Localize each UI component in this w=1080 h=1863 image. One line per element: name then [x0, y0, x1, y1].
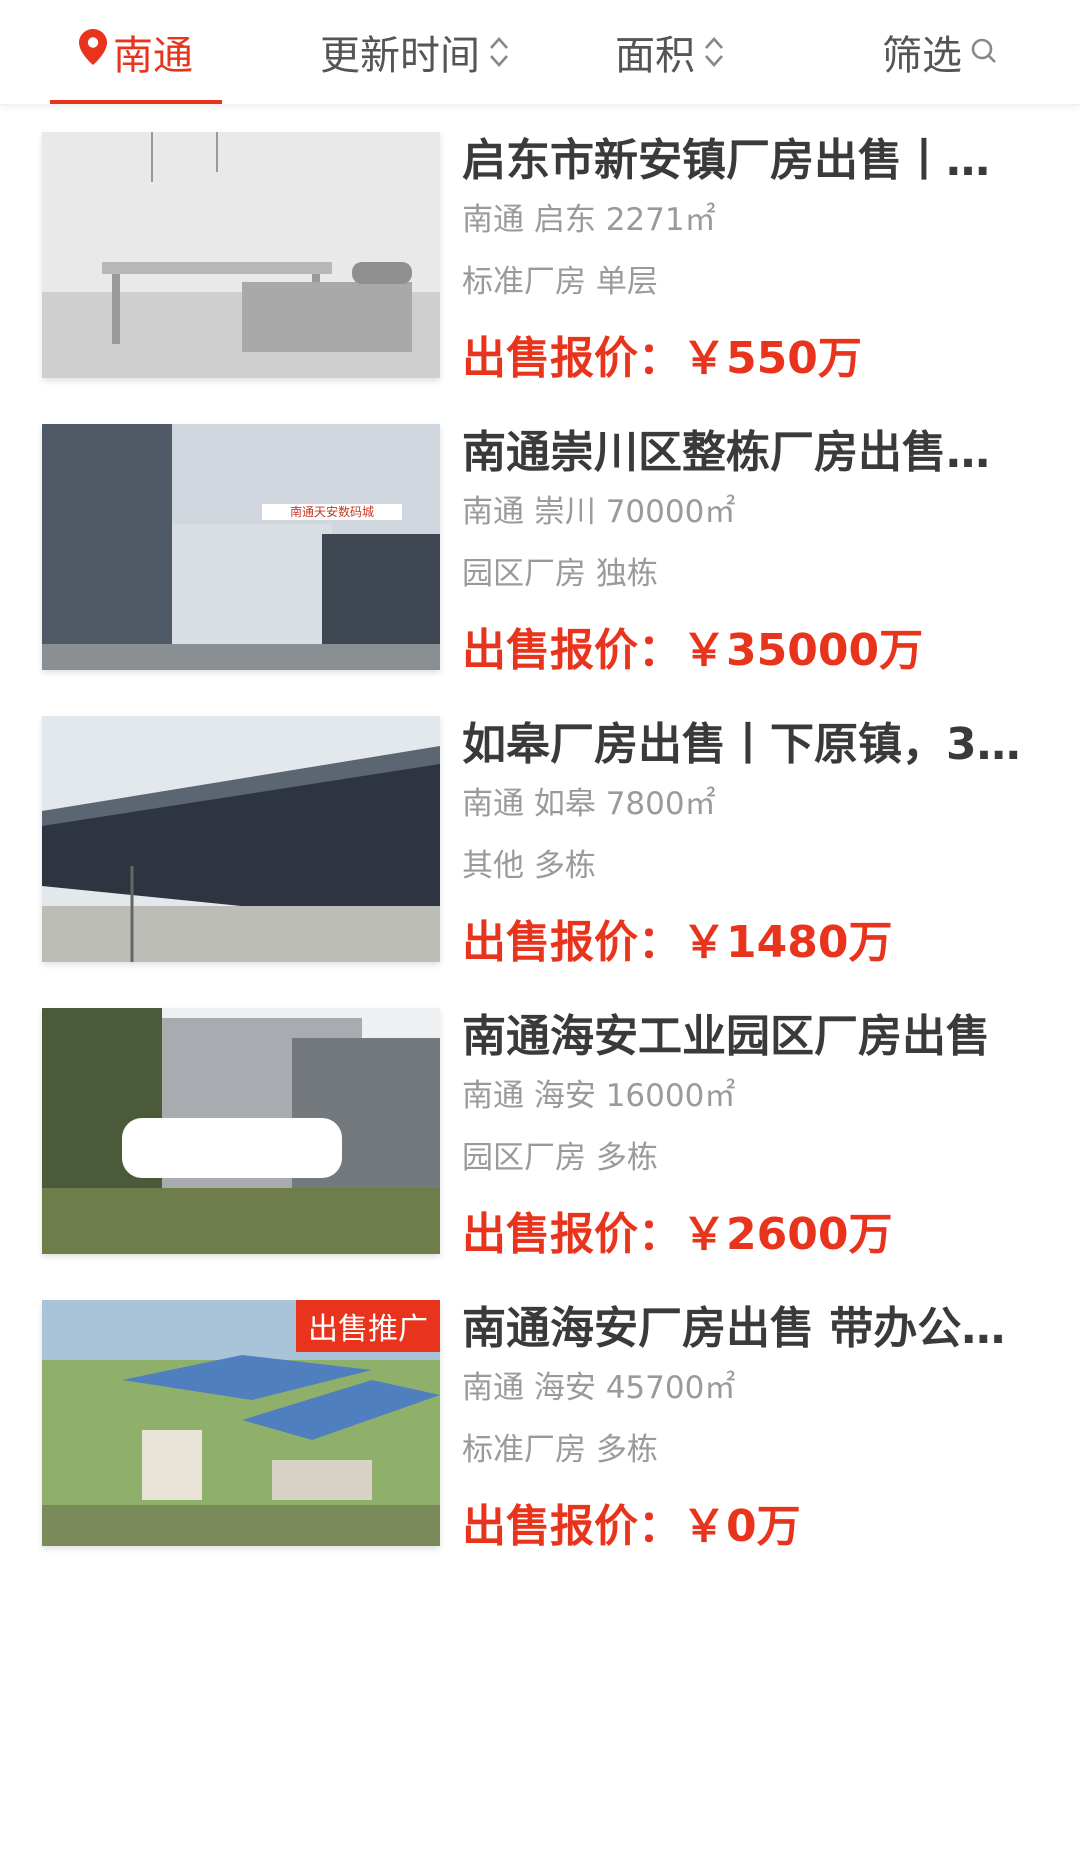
listing-info: 南通海安厂房出售 带办公… 南通 海安 45700㎡ 标准厂房 多栋 出售报价：… — [462, 1300, 1022, 1556]
tab-filter-label: 筛选 — [882, 33, 962, 79]
listing-tags: 标准厂房 单层 — [462, 264, 658, 300]
sort-arrows-icon — [703, 35, 725, 69]
tab-sort-update-label: 更新时间 — [320, 33, 480, 79]
listing-location: 南通 海安 16000㎡ — [462, 1078, 736, 1114]
listing-location: 南通 如皋 7800㎡ — [462, 786, 716, 822]
location-pin-icon — [79, 29, 107, 75]
listing-tags: 标准厂房 多栋 — [462, 1432, 658, 1468]
tab-city-label: 南通 — [113, 33, 193, 79]
listing-price: 出售报价：￥35000万 — [462, 625, 924, 676]
listing-tags: 园区厂房 独栋 — [462, 556, 658, 592]
listing-thumbnail: 南通天安数码城 — [42, 424, 440, 670]
listing-item[interactable]: 南通天安数码城 南通崇川区整栋厂房出售… 南通 崇川 70000㎡ 园区厂房 独… — [0, 396, 1080, 716]
listing-price: 出售报价：￥1480万 — [462, 917, 893, 968]
tab-filter[interactable]: 筛选 — [870, 0, 1010, 104]
listing-thumbnail: 出售推广 — [42, 1300, 440, 1546]
listing-title: 如皋厂房出售丨下原镇，3… — [462, 719, 1021, 770]
listing-location: 南通 启东 2271㎡ — [462, 202, 716, 238]
tab-sort-update-time[interactable]: 更新时间 — [290, 0, 540, 104]
sort-arrows-icon — [488, 35, 510, 69]
listing-info: 启东市新安镇厂房出售丨… 南通 启东 2271㎡ 标准厂房 单层 出售报价：￥5… — [462, 132, 1022, 388]
listing-info: 南通崇川区整栋厂房出售… 南通 崇川 70000㎡ 园区厂房 独栋 出售报价：￥… — [462, 424, 1022, 680]
filter-bar: 南通 更新时间 面积 筛选 — [0, 0, 1080, 105]
listing-thumbnail — [42, 132, 440, 378]
listing-item[interactable]: 出售推广 南通海安厂房出售 带办公… 南通 海安 45700㎡ 标准厂房 多栋 … — [0, 1272, 1080, 1592]
listing-title: 南通崇川区整栋厂房出售… — [462, 427, 990, 478]
building-sign-text: 南通天安数码城 — [290, 504, 374, 519]
listing-item[interactable]: 如皋厂房出售丨下原镇，3… 南通 如皋 7800㎡ 其他 多栋 出售报价：￥14… — [0, 688, 1080, 1008]
listing-thumbnail — [42, 716, 440, 962]
listing-price: 出售报价：￥550万 — [462, 333, 862, 384]
listing-tags: 其他 多栋 — [462, 848, 596, 884]
listing-item[interactable]: 南通海安工业园区厂房出售 南通 海安 16000㎡ 园区厂房 多栋 出售报价：￥… — [0, 980, 1080, 1300]
listing-info: 南通海安工业园区厂房出售 南通 海安 16000㎡ 园区厂房 多栋 出售报价：￥… — [462, 1008, 1022, 1264]
listing-thumbnail — [42, 1008, 440, 1254]
listing-tags: 园区厂房 多栋 — [462, 1140, 658, 1176]
listing-title: 启东市新安镇厂房出售丨… — [462, 135, 990, 186]
listing-price: 出售报价：￥0万 — [462, 1501, 801, 1552]
listing-title: 南通海安厂房出售 带办公… — [462, 1303, 1006, 1354]
search-icon — [970, 29, 998, 75]
listing-item[interactable]: 启东市新安镇厂房出售丨… 南通 启东 2271㎡ 标准厂房 单层 出售报价：￥5… — [0, 104, 1080, 424]
tab-sort-area[interactable]: 面积 — [600, 0, 740, 104]
listing-info: 如皋厂房出售丨下原镇，3… 南通 如皋 7800㎡ 其他 多栋 出售报价：￥14… — [462, 716, 1022, 972]
promotion-badge: 出售推广 — [296, 1300, 440, 1352]
listing-price: 出售报价：￥2600万 — [462, 1209, 893, 1260]
listing-title: 南通海安工业园区厂房出售 — [462, 1011, 990, 1062]
tab-city[interactable]: 南通 — [50, 0, 222, 104]
listing-location: 南通 崇川 70000㎡ — [462, 494, 736, 530]
listing-location: 南通 海安 45700㎡ — [462, 1370, 736, 1406]
tab-sort-area-label: 面积 — [615, 33, 695, 79]
